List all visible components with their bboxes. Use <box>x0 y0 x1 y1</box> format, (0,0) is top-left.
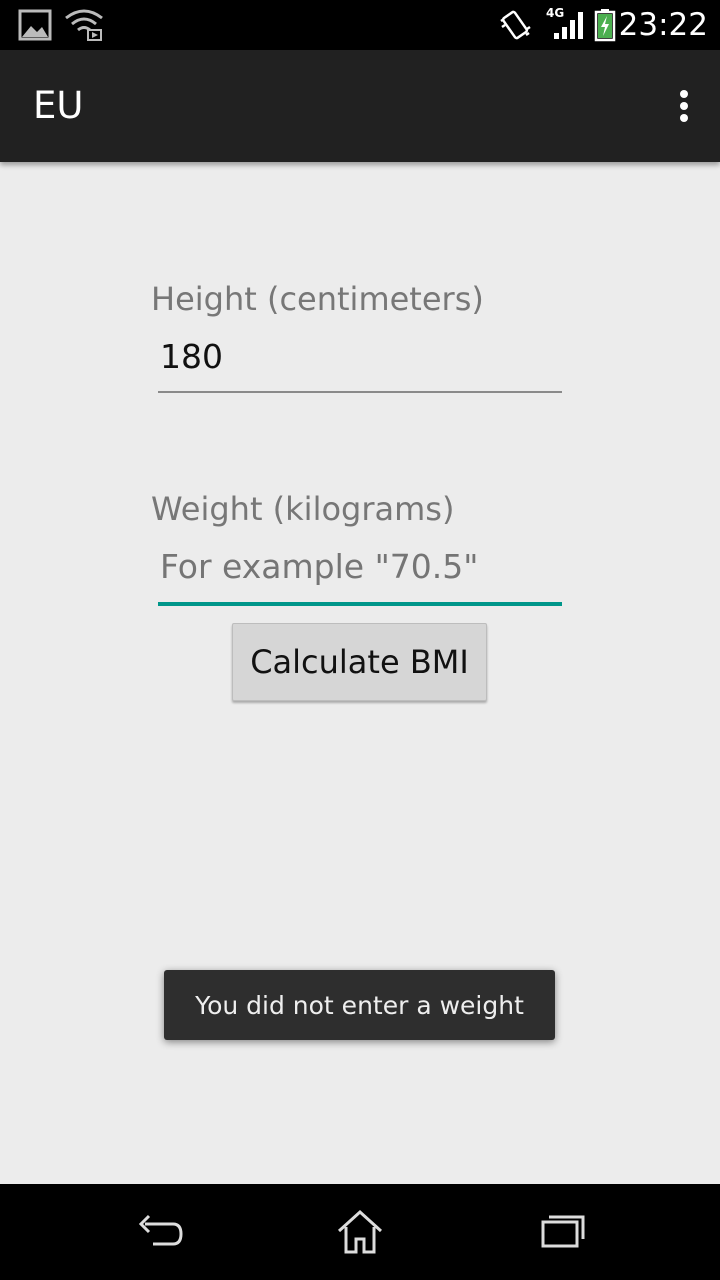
back-icon[interactable] <box>130 1204 190 1260</box>
height-input[interactable] <box>158 334 564 378</box>
navigation-bar <box>0 1184 720 1280</box>
home-icon[interactable] <box>330 1204 390 1260</box>
toast-message: You did not enter a weight <box>164 970 555 1040</box>
overflow-menu-icon[interactable] <box>668 86 698 126</box>
vibrate-icon <box>498 0 534 50</box>
action-bar: EU <box>0 50 720 162</box>
height-label: Height (centimeters) <box>151 280 484 318</box>
height-input-underline <box>158 391 562 393</box>
status-time: 23:22 <box>618 7 708 43</box>
weight-input[interactable] <box>158 544 564 588</box>
wifi-cast-icon <box>64 0 104 50</box>
recents-icon[interactable] <box>530 1204 590 1260</box>
weight-label: Weight (kilograms) <box>151 490 455 528</box>
signal-icon <box>552 0 584 50</box>
status-bar: 4G 23:22 <box>0 0 720 50</box>
gallery-icon <box>18 0 52 50</box>
calculate-bmi-button[interactable]: Calculate BMI <box>232 623 487 701</box>
app-title: EU <box>33 84 84 127</box>
weight-input-underline <box>158 602 562 606</box>
battery-charging-icon <box>594 0 616 50</box>
